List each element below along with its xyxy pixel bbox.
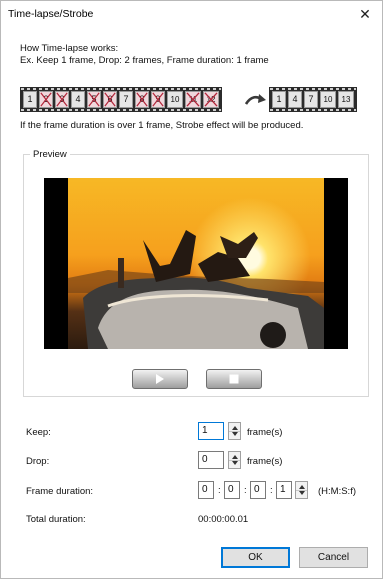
kept-frame: 7: [119, 91, 133, 108]
dropped-frame: 2: [39, 91, 53, 108]
stop-button[interactable]: [206, 369, 262, 389]
time-format-hint: (H:M:S:f): [318, 486, 356, 497]
input-filmstrip: 123456789101112: [20, 87, 222, 112]
time-lapse-dialog: Time-lapse/Strobe ✕ How Time-lapse works…: [0, 0, 383, 579]
duration-minutes-input[interactable]: 0: [224, 481, 240, 499]
preview-image: [68, 178, 324, 349]
stop-icon: [229, 374, 239, 384]
keep-spinner[interactable]: [228, 422, 241, 440]
frame-duration-label: Frame duration:: [26, 486, 94, 497]
frame-number: 10: [170, 95, 180, 104]
kept-frame: 10: [320, 91, 336, 108]
kept-frame: 13: [338, 91, 354, 108]
frame-number: 10: [323, 95, 333, 104]
play-button[interactable]: [132, 369, 188, 389]
kept-frame: 1: [23, 91, 37, 108]
kept-frame: 10: [167, 91, 183, 108]
frame-number: 7: [123, 94, 129, 104]
title-bar[interactable]: Time-lapse/Strobe ✕: [1, 1, 382, 27]
output-filmstrip: 1 4 7 10 13: [269, 87, 357, 112]
drop-label: Drop:: [26, 456, 50, 467]
dropped-frame: 12: [203, 91, 219, 108]
preview-label: Preview: [30, 149, 70, 160]
kept-frame: 4: [71, 91, 85, 108]
dropped-frame: 11: [185, 91, 201, 108]
duration-seconds-input[interactable]: 0: [250, 481, 266, 499]
kept-frame: 4: [288, 91, 302, 108]
time-separator: :: [244, 485, 247, 496]
dropped-frame: 6: [103, 91, 117, 108]
duration-hours-input[interactable]: 0: [198, 481, 214, 499]
keep-input[interactable]: 1: [198, 422, 224, 440]
drop-unit: frame(s): [247, 456, 283, 467]
dialog-title: Time-lapse/Strobe: [8, 8, 94, 20]
ok-button[interactable]: OK: [221, 547, 290, 568]
dropped-frame: 3: [55, 91, 69, 108]
frame-number: 1: [27, 94, 33, 104]
keep-label: Keep:: [26, 427, 51, 438]
dropped-frame: 5: [87, 91, 101, 108]
kept-frame: 7: [304, 91, 318, 108]
play-icon: [156, 374, 164, 384]
kept-frame: 1: [272, 91, 286, 108]
preview-video: [44, 178, 348, 349]
drop-input[interactable]: 0: [198, 451, 224, 469]
close-button[interactable]: ✕: [348, 1, 382, 27]
dropped-frame: 9: [151, 91, 165, 108]
keep-unit: frame(s): [247, 427, 283, 438]
total-duration-value: 00:00:00.01: [198, 514, 249, 525]
time-separator: :: [270, 485, 273, 496]
dropped-frame: 8: [135, 91, 149, 108]
strobe-note: If the frame duration is over 1 frame, S…: [20, 120, 304, 131]
right-arrow-icon: [245, 94, 266, 105]
time-separator: :: [218, 485, 221, 496]
intro-example: Ex. Keep 1 frame, Drop: 2 frames, Frame …: [20, 55, 269, 66]
frame-number: 7: [308, 94, 314, 104]
frame-number: 4: [75, 94, 81, 104]
frame-duration-spinner[interactable]: [295, 481, 308, 499]
duration-frames-input[interactable]: 1: [276, 481, 292, 499]
intro-heading: How Time-lapse works:: [20, 43, 119, 54]
frame-number: 13: [341, 95, 351, 104]
frame-number: 4: [292, 94, 298, 104]
total-duration-label: Total duration:: [26, 514, 86, 525]
drop-spinner[interactable]: [228, 451, 241, 469]
frame-number: 1: [276, 94, 282, 104]
cancel-button[interactable]: Cancel: [299, 547, 368, 568]
